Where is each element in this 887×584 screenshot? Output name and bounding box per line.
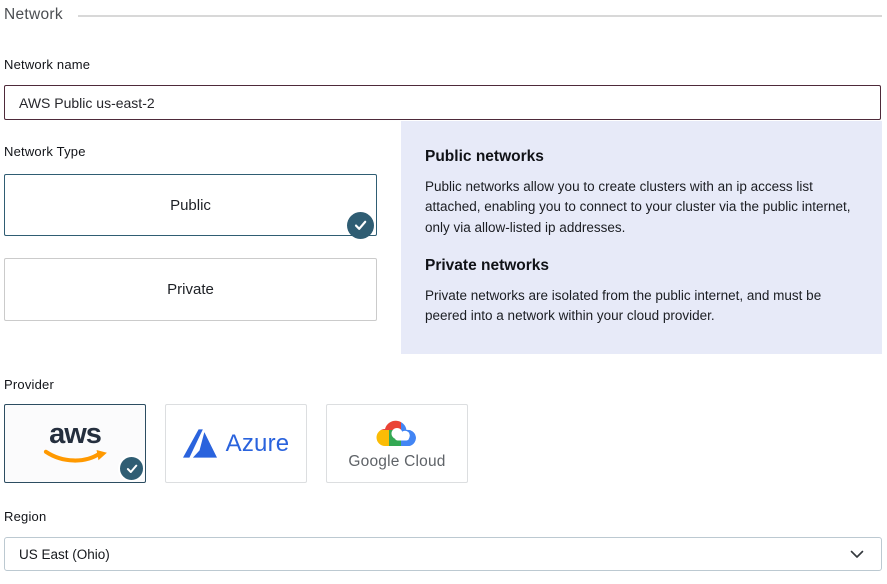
info-body-public: Public networks allow you to create clus… bbox=[425, 177, 858, 238]
google-cloud-wordmark: Google Cloud bbox=[348, 453, 445, 471]
provider-option-aws[interactable]: aws bbox=[4, 404, 146, 483]
chevron-down-icon bbox=[850, 550, 864, 559]
provider-option-azure[interactable]: Azure bbox=[165, 404, 307, 483]
section-divider bbox=[78, 15, 882, 17]
info-heading-private: Private networks bbox=[425, 257, 858, 275]
provider-label: Provider bbox=[4, 377, 882, 392]
provider-option-google-cloud[interactable]: Google Cloud bbox=[326, 404, 468, 483]
check-icon bbox=[347, 212, 374, 239]
info-heading-public: Public networks bbox=[425, 148, 858, 166]
network-type-option-public-label: Public bbox=[170, 197, 211, 214]
network-type-label: Network Type bbox=[4, 144, 377, 159]
network-type-column: Network Type Public Private bbox=[4, 120, 377, 321]
section-title: Network bbox=[4, 6, 63, 24]
aws-smile-icon bbox=[40, 449, 110, 464]
network-type-option-private-label: Private bbox=[167, 281, 214, 298]
azure-logo-icon: Azure bbox=[183, 429, 290, 458]
aws-wordmark: aws bbox=[49, 421, 101, 449]
network-type-info-panel: Public networks Public networks allow yo… bbox=[401, 121, 882, 354]
network-type-option-public[interactable]: Public bbox=[4, 174, 377, 236]
network-name-label: Network name bbox=[4, 57, 882, 72]
region-label: Region bbox=[4, 509, 882, 524]
network-type-section: Network Type Public Private Public netwo… bbox=[4, 120, 882, 354]
azure-wordmark: Azure bbox=[226, 430, 290, 458]
region-select-value: US East (Ohio) bbox=[19, 547, 110, 562]
section-header: Network bbox=[4, 6, 882, 24]
info-body-private: Private networks are isolated from the p… bbox=[425, 286, 858, 327]
network-form: Network Network name Network Type Public… bbox=[0, 0, 887, 584]
google-cloud-logo-icon: Google Cloud bbox=[348, 416, 445, 471]
google-cloud-icon bbox=[374, 416, 420, 450]
network-type-option-private[interactable]: Private bbox=[4, 258, 377, 321]
region-select[interactable]: US East (Ohio) bbox=[4, 537, 882, 571]
azure-a-icon bbox=[183, 429, 217, 458]
check-icon bbox=[118, 455, 145, 482]
aws-logo-icon: aws bbox=[40, 421, 110, 464]
provider-options: aws Azure bbox=[4, 404, 882, 483]
network-name-input[interactable] bbox=[4, 85, 881, 120]
